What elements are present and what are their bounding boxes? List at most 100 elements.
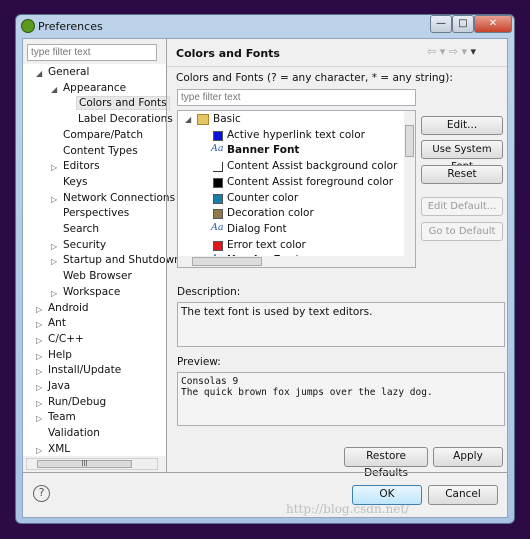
colors-filter-input[interactable]	[177, 89, 416, 106]
description-label: Description:	[177, 286, 241, 298]
preview-line: Consolas 9	[181, 376, 239, 387]
tree-horizontal-scrollbar[interactable]	[178, 256, 406, 267]
collapsed-arrow-icon[interactable]: ▷	[36, 336, 42, 345]
sidebar-item[interactable]: ▷ Network Connections	[23, 192, 175, 207]
sidebar-item-label: Security	[63, 238, 107, 251]
sidebar-item[interactable]: Colors and Fonts	[23, 96, 170, 112]
window-title: Preferences	[38, 20, 103, 33]
color-swatch-icon	[213, 193, 223, 204]
collapsed-arrow-icon[interactable]: ▷	[51, 289, 57, 298]
color-font-entry[interactable]: Decoration color	[178, 206, 408, 222]
sidebar-item-label: Appearance	[63, 81, 127, 94]
expanded-arrow-icon[interactable]: ◢	[36, 69, 42, 78]
color-font-entry[interactable]: Aa Banner Font	[178, 143, 408, 159]
apply-button[interactable]: Apply	[433, 447, 503, 467]
preview-box: Consolas 9 The quick brown fox jumps ove…	[177, 372, 505, 426]
sidebar-item[interactable]: ◢ Appearance	[23, 82, 166, 97]
sidebar-item[interactable]: ▷ Run/Debug	[23, 396, 166, 411]
page-title: Colors and Fonts	[176, 47, 280, 60]
sidebar-item-label: Compare/Patch	[63, 128, 144, 141]
help-icon[interactable]: ?	[33, 485, 50, 502]
eclipse-app-icon	[21, 19, 35, 33]
minimize-button[interactable]: —	[430, 15, 452, 33]
color-font-entry[interactable]: Content Assist background color	[178, 159, 408, 175]
preview-label: Preview:	[177, 356, 221, 368]
collapsed-arrow-icon[interactable]: ▷	[36, 446, 42, 455]
footer-divider	[23, 472, 507, 473]
cancel-button[interactable]: Cancel	[428, 485, 498, 505]
entry-label: Decoration color	[227, 207, 314, 220]
sidebar-item[interactable]: ◢ General	[23, 66, 166, 81]
tree-vertical-scrollbar[interactable]	[404, 111, 415, 267]
sidebar-item[interactable]: ▷ Workspace	[23, 286, 166, 301]
sidebar-item-label: Editors	[63, 160, 100, 173]
header-divider	[167, 66, 507, 67]
sidebar-item[interactable]: ▷ Security	[23, 239, 166, 254]
watermark: http://blog.csdn.net/	[286, 502, 410, 516]
sidebar-item[interactable]: ▷ Android	[23, 302, 166, 317]
sidebar-item-label: Run/Debug	[48, 395, 107, 408]
restore-defaults-button[interactable]: Restore Defaults	[344, 447, 428, 479]
sidebar-item[interactable]: ▷ Startup and Shutdown	[23, 254, 181, 269]
collapsed-arrow-icon[interactable]: ▷	[51, 163, 57, 172]
collapsed-arrow-icon[interactable]: ▷	[36, 399, 42, 408]
collapsed-arrow-icon[interactable]: ▷	[36, 320, 42, 329]
collapsed-arrow-icon[interactable]: ▷	[51, 242, 57, 251]
color-font-entry[interactable]: Counter color	[178, 191, 408, 207]
close-button[interactable]: ✕	[474, 15, 512, 33]
sidebar-item-label: Android	[48, 301, 89, 314]
sidebar-horizontal-scrollbar[interactable]: |||	[26, 458, 158, 470]
collapsed-arrow-icon[interactable]: ▷	[36, 367, 42, 376]
sidebar-item[interactable]: ▷ Team	[23, 411, 166, 426]
sidebar-item-label: Java	[48, 380, 71, 392]
color-font-entry[interactable]: Active hyperlink text color	[178, 128, 408, 144]
collapsed-arrow-icon[interactable]: ▷	[51, 195, 57, 204]
entry-label: Dialog Font	[227, 222, 287, 235]
collapsed-arrow-icon[interactable]: ▷	[36, 305, 42, 314]
entry-label: Content Assist background color	[227, 160, 398, 173]
go-to-default-button[interactable]: Go to Default	[421, 222, 503, 241]
sidebar-item[interactable]: ▷ Install/Update	[23, 364, 166, 379]
reset-button[interactable]: Reset	[421, 165, 503, 184]
sidebar-item[interactable]: ▷ Editors	[23, 160, 166, 175]
sidebar-filter-input[interactable]	[27, 44, 157, 61]
expanded-arrow-icon[interactable]: ◢	[51, 85, 57, 94]
sidebar-item[interactable]: Validation	[23, 427, 166, 442]
sidebar-item-label: C/C++	[48, 332, 84, 345]
sidebar-item[interactable]: ▷ Ant	[23, 317, 166, 332]
sidebar-item-label: Workspace	[63, 285, 121, 298]
color-font-entry[interactable]: Error text color	[178, 238, 408, 254]
sidebar-item[interactable]: ▷ C/C++	[23, 333, 166, 348]
entry-label: Active hyperlink text color	[227, 128, 365, 141]
edit-button[interactable]: Edit...	[421, 116, 503, 135]
sidebar-item[interactable]: Perspectives	[23, 207, 166, 222]
font-icon: Aa	[211, 143, 224, 155]
edit-default-button[interactable]: Edit Default...	[421, 197, 503, 216]
collapsed-arrow-icon[interactable]: ▷	[36, 414, 42, 423]
sidebar-item[interactable]: Search	[23, 223, 166, 238]
color-font-entry[interactable]: Aa Dialog Font	[178, 222, 408, 238]
use-system-font-button[interactable]: Use System Font	[421, 140, 503, 172]
collapsed-arrow-icon[interactable]: ▷	[36, 383, 42, 392]
tree-node-basic[interactable]: ◢ Basic	[178, 112, 408, 128]
sidebar-item[interactable]: Keys	[23, 176, 166, 191]
entry-label: Content Assist foreground color	[227, 175, 394, 188]
sidebar-item[interactable]: Label Decorations	[23, 113, 173, 128]
preference-tree: ◢ General ◢ Appearance Colors and Fonts Label…	[23, 64, 181, 458]
sidebar-item-label: Content Types	[63, 144, 138, 157]
color-font-entry[interactable]: Content Assist foreground color	[178, 175, 408, 191]
maximize-button[interactable]: □	[452, 15, 474, 33]
sidebar-item[interactable]: Content Types	[23, 145, 166, 160]
sidebar-item[interactable]: ▷ Help	[23, 349, 166, 364]
collapsed-arrow-icon[interactable]: ▷	[36, 352, 42, 361]
sidebar-item[interactable]: Web Browser	[23, 270, 166, 285]
collapsed-arrow-icon[interactable]: ▷	[51, 257, 57, 266]
sidebar-item-label: Perspectives	[63, 207, 130, 220]
font-icon: Aa	[211, 221, 224, 233]
back-forward-nav[interactable]: ⇦ ▾ ⇨ ▾ ▾	[427, 45, 476, 58]
sidebar-item-label: Keys	[63, 175, 88, 188]
sidebar-item-label: Help	[48, 348, 72, 361]
sidebar-item[interactable]: Compare/Patch	[23, 129, 166, 144]
sidebar-item[interactable]: ▷ XML	[23, 443, 166, 458]
sidebar-item[interactable]: ▷ Java	[23, 380, 166, 395]
